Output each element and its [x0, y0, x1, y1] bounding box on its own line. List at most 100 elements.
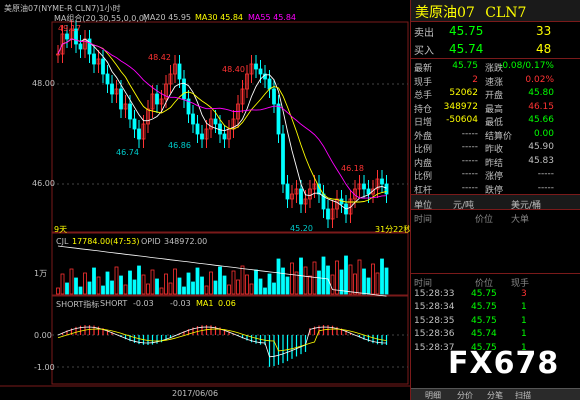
ask-row[interactable]: 卖出 45.75 33	[411, 22, 580, 40]
chart-area[interactable]: 美原油07(NYME-R CLN7)1小时 MA组合(20,30,55,0,0,…	[0, 0, 411, 400]
trough-label: 45.20	[290, 224, 313, 233]
candle-body	[78, 43, 83, 50]
big-order-list	[411, 224, 580, 274]
candle-body	[276, 103, 281, 135]
tick-row: 15:28:34 45.75 1	[411, 301, 580, 314]
volume-bar	[335, 260, 339, 295]
candle-body	[119, 88, 123, 110]
volume-bar	[60, 273, 65, 295]
volume-bar	[213, 280, 218, 295]
stat-row: 总手 52062 开盘 45.80	[411, 86, 580, 101]
volume-bar	[56, 287, 60, 295]
tab-price-volume[interactable]: 分价	[457, 390, 473, 400]
stat-value: -0.08/0.17%	[499, 61, 554, 71]
volume-bar	[168, 282, 173, 295]
stat-row: 比例 ----- 昨收 45.90	[411, 140, 580, 155]
volume-bar	[308, 275, 312, 295]
tick-volume: 3	[521, 289, 527, 299]
volume-bar	[276, 258, 281, 295]
volume-bar	[384, 267, 389, 295]
candle-body	[182, 78, 186, 100]
opid-value: 348972.00	[164, 237, 208, 246]
volume-bar	[366, 277, 371, 295]
stat-value: 0.00	[533, 128, 554, 139]
volume-bar	[303, 266, 308, 295]
volume-bar	[317, 270, 321, 295]
volume-bar	[200, 276, 204, 295]
candle-body	[92, 53, 96, 65]
candle-body	[65, 33, 69, 40]
tick-list: 15:28:33 45.75 3 15:28:34 45.75 1 15:28:35 45.7…	[411, 288, 580, 355]
peak-label: 48.40	[222, 65, 245, 74]
volume-bar	[146, 283, 150, 295]
volume-bar	[155, 278, 159, 295]
volume-bar	[249, 283, 254, 295]
tick-price: 45.75	[471, 302, 497, 313]
kline-chart[interactable]	[0, 0, 410, 400]
bid-row[interactable]: 买入 45.74 48	[411, 40, 580, 59]
stat-row: 外盘 ----- 结算价 0.00	[411, 127, 580, 142]
volume-bar	[312, 261, 317, 295]
quote-title: 美原油07 CLN7	[411, 0, 580, 22]
bid-label: 买入	[414, 46, 434, 57]
tick-price: 45.75	[471, 289, 497, 299]
volume-bar	[321, 256, 326, 295]
short-value-2: -0.03	[170, 299, 191, 308]
tab-scan[interactable]: 扫描	[515, 390, 531, 400]
volume-bar	[353, 273, 357, 295]
ma1-label: MA1	[196, 299, 214, 308]
candle-body	[222, 133, 227, 140]
stat-row: 持仓 348972 最高 46.15	[411, 100, 580, 115]
candle-body	[326, 208, 330, 220]
volume-bar	[371, 263, 375, 295]
stat-row: 最新 45.75 涨跌 -0.08/0.17%	[411, 59, 580, 74]
tick-header: 时间 价位 现手	[411, 274, 580, 289]
ask-qty: 33	[536, 24, 552, 38]
volume-bar	[69, 268, 74, 295]
volume-bar	[105, 271, 110, 295]
y-label-46: 46.00	[32, 179, 55, 188]
volume-bar	[375, 272, 380, 295]
candle-body	[155, 93, 159, 105]
moving-average-line	[57, 38, 387, 203]
watermark-logo: FX678	[448, 346, 560, 381]
trough-label: 46.74	[116, 148, 139, 157]
volume-bar	[357, 259, 362, 295]
tab-tick[interactable]: 分笔	[487, 390, 503, 400]
volume-bar	[231, 270, 236, 295]
stat-value: -----	[461, 155, 478, 166]
bottom-tabs: 明细 分价 分笔 扫描	[411, 388, 580, 400]
tick-row: 15:28:35 45.75 1	[411, 315, 580, 328]
col-volume: 大单	[511, 215, 530, 225]
candle-body	[254, 63, 258, 70]
stat-value: -----	[461, 182, 478, 193]
stat-value: 45.90	[528, 142, 554, 152]
volume-bar	[159, 287, 164, 295]
volume-bar	[218, 266, 222, 295]
volume-bar	[87, 281, 92, 295]
tick-volume: 1	[521, 329, 527, 340]
volume-bar	[92, 267, 96, 295]
ask-price: 45.75	[449, 24, 484, 38]
stat-value: -----	[537, 169, 554, 179]
moving-average-line	[57, 38, 387, 199]
candle-body	[195, 123, 200, 135]
y-label-48: 48.00	[32, 79, 55, 88]
volume-bar	[344, 255, 348, 295]
peak-label: 48.42	[148, 53, 171, 62]
stat-value: 45.83	[528, 155, 554, 166]
tab-detail[interactable]: 明细	[425, 390, 441, 400]
candle-body	[128, 103, 132, 120]
volume-bar	[380, 258, 384, 295]
unit-row: 单位 元/吨 美元/桶	[411, 194, 580, 211]
ma20-value: MA20 45.95	[143, 13, 191, 22]
volume-bar	[119, 275, 123, 295]
volume-bar	[137, 265, 141, 295]
ask-label: 卖出	[414, 28, 434, 39]
stat-value: 45.66	[528, 115, 554, 125]
volume-bar	[222, 275, 227, 295]
stat-row: 比例 ----- 涨停 -----	[411, 167, 580, 182]
volume-bar	[330, 274, 335, 295]
quote-code: CLN7	[485, 5, 527, 21]
volume-bar	[186, 272, 191, 295]
